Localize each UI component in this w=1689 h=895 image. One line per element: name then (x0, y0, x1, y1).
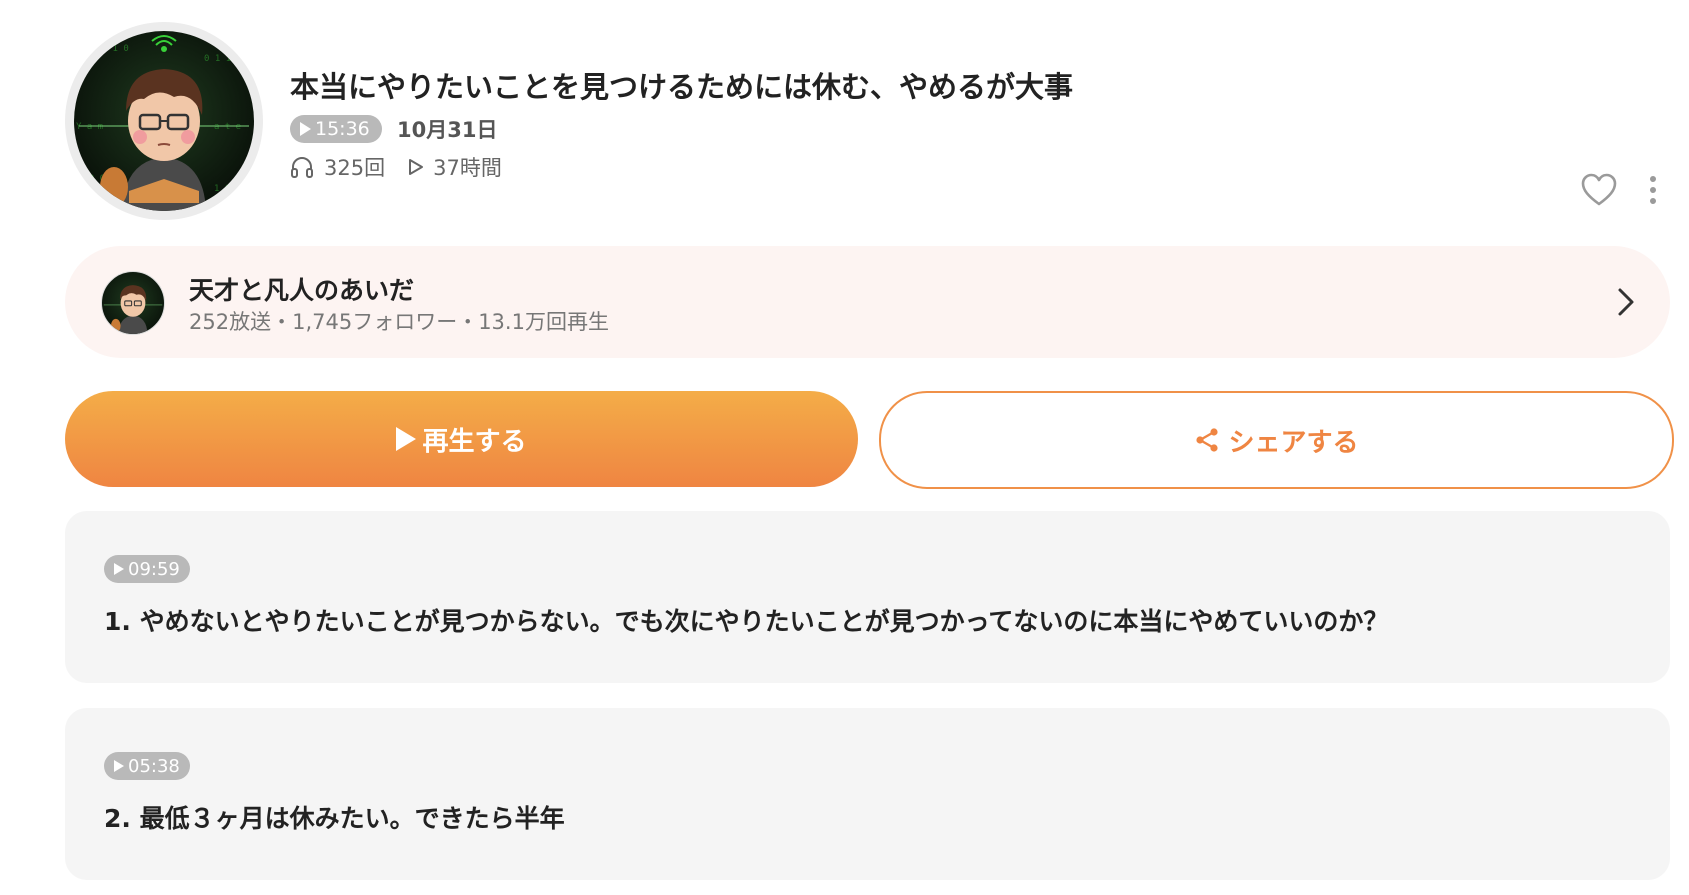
heart-icon[interactable] (1580, 172, 1618, 208)
episode-duration: 15:36 (315, 118, 370, 140)
chapter-title: 1. やめないとやりたいことが見つからない。でも次にやりたいことが見つかってない… (104, 607, 1389, 636)
channel-name: 天才と凡人のあいだ (189, 276, 415, 305)
play-count: 325回 (324, 156, 386, 180)
play-small-icon (114, 563, 124, 575)
svg-text:1 0 1: 1 0 1 (214, 184, 241, 194)
episode-duration-badge: 15:36 (290, 115, 382, 143)
podcaster-avatar-image: 1 0 1 1 00 1 1 1 0 01 0 1 Y a ma t e (74, 31, 254, 211)
chapter-time-badge[interactable]: 09:59 (104, 555, 190, 583)
channel-card[interactable]: 天才と凡人のあいだ 252放送・1,745フォロワー・13.1万回再生 (65, 246, 1670, 358)
svg-text:0 1 1: 0 1 1 (204, 54, 231, 64)
play-button[interactable]: 再生する (65, 391, 858, 487)
channel-avatar (101, 271, 165, 335)
play-small-icon (300, 122, 311, 136)
chapter-time-badge[interactable]: 05:38 (104, 752, 190, 780)
share-icon (1196, 428, 1219, 452)
channel-meta: 252放送・1,745フォロワー・13.1万回再生 (189, 310, 609, 334)
chapter-item[interactable]: 09:59 1. やめないとやりたいことが見つからない。でも次にやりたいことが見… (65, 511, 1670, 683)
more-vertical-icon[interactable] (1643, 174, 1663, 210)
share-button[interactable]: シェアする (879, 391, 1674, 489)
episode-avatar: 1 0 1 1 00 1 1 1 0 01 0 1 Y a ma t e (65, 22, 263, 220)
play-icon (396, 427, 417, 451)
chapter-time: 05:38 (128, 755, 180, 777)
svg-text:1 0 1 1 0: 1 0 1 1 0 (80, 44, 129, 54)
headphones-icon (291, 157, 313, 178)
chapter-time: 09:59 (128, 558, 180, 580)
play-button-label: 再生する (422, 426, 527, 457)
listen-time: 37時間 (433, 156, 502, 180)
share-button-label: シェアする (1228, 427, 1359, 458)
chapter-title: 2. 最低３ヶ月は休みたい。できたら半年 (104, 804, 565, 833)
episode-stats: 325回 37時間 (290, 152, 502, 182)
play-outline-icon (409, 159, 424, 175)
episode-date: 10月31日 (397, 118, 498, 142)
episode-title: 本当にやりたいことを見つけるためには休む、やめるが大事 (290, 70, 1074, 104)
chevron-right-icon (1618, 288, 1634, 316)
play-small-icon (114, 760, 124, 772)
chapter-item[interactable]: 05:38 2. 最低３ヶ月は休みたい。できたら半年 (65, 708, 1670, 880)
